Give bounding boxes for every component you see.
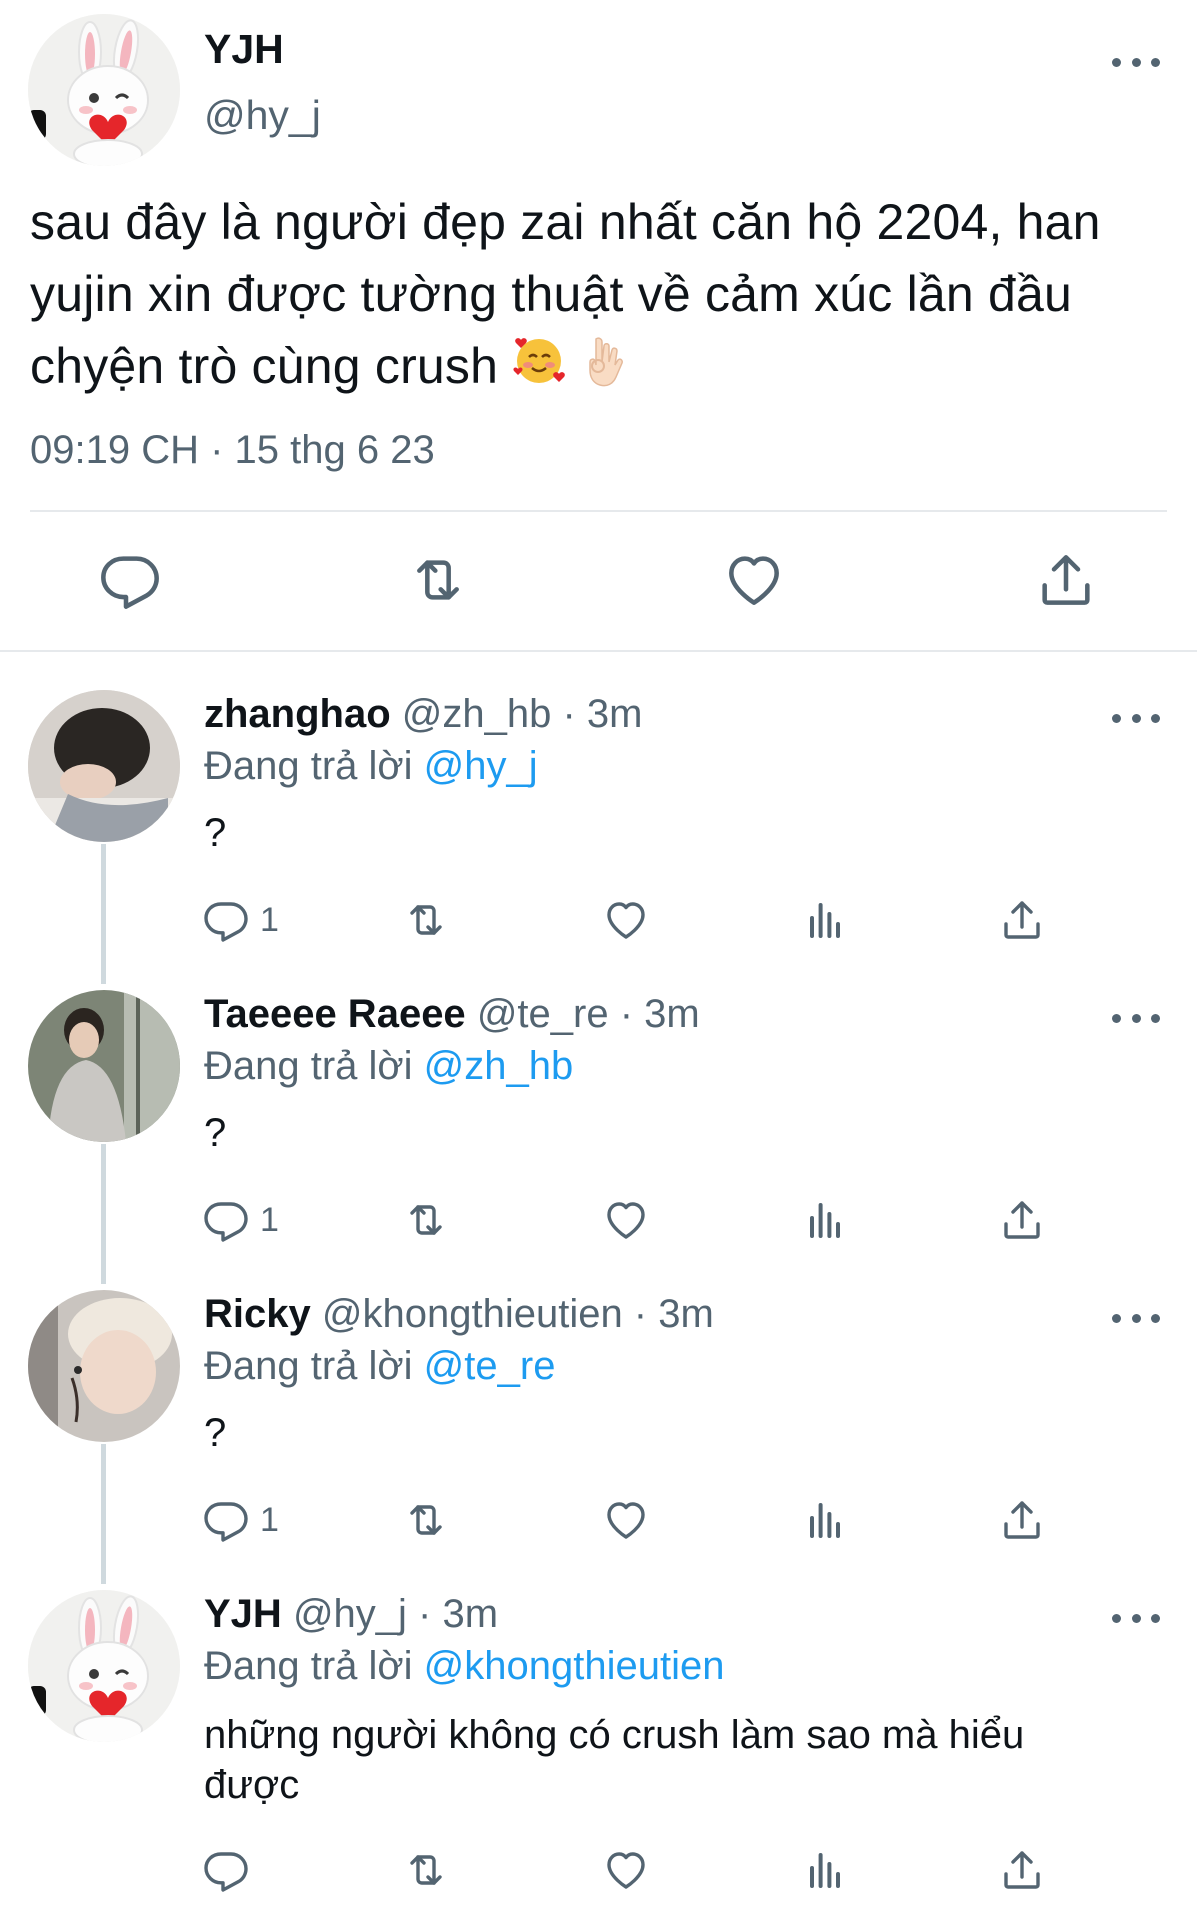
mention-link[interactable]: @khongthieutien bbox=[424, 1644, 725, 1688]
replying-to: Đang trả lời @khongthieutien bbox=[204, 1644, 725, 1689]
more-icon[interactable] bbox=[1112, 1308, 1160, 1328]
tweet-timestamp[interactable]: 09:19 CH · 15 thg 6 23 bbox=[30, 428, 435, 473]
author-handle[interactable]: @hy_j bbox=[204, 92, 321, 139]
reply-icon bbox=[202, 896, 250, 944]
reply-meta: @zh_hb · 3m bbox=[401, 692, 643, 736]
ok-hand-emoji bbox=[580, 333, 626, 406]
reply-count: 1 bbox=[260, 1500, 279, 1539]
reply-header: zhanghao @zh_hb · 3m bbox=[204, 692, 643, 737]
more-icon[interactable] bbox=[1112, 1608, 1160, 1628]
mention-link[interactable]: @hy_j bbox=[424, 744, 538, 788]
reply-header: Taeeee Raeee @te_re · 3m bbox=[204, 992, 700, 1037]
like-icon[interactable] bbox=[602, 1192, 650, 1248]
retweet-icon[interactable] bbox=[402, 892, 450, 948]
divider bbox=[0, 650, 1197, 652]
more-icon[interactable] bbox=[1112, 52, 1160, 72]
replying-label: Đang trả lời bbox=[204, 744, 413, 788]
share-icon[interactable] bbox=[998, 1192, 1046, 1248]
bunny-avatar-image bbox=[28, 14, 180, 166]
share-icon[interactable] bbox=[998, 1492, 1046, 1548]
reply-author-name[interactable]: YJH bbox=[204, 1592, 282, 1636]
reply-icon bbox=[202, 1196, 250, 1244]
retweet-icon[interactable] bbox=[402, 1192, 450, 1248]
reply-icon bbox=[202, 1846, 250, 1894]
reply-count: 1 bbox=[260, 1200, 279, 1239]
reply-button[interactable]: 1 bbox=[202, 892, 279, 948]
author-avatar[interactable] bbox=[28, 14, 180, 166]
reply-author-name[interactable]: Ricky bbox=[204, 1292, 311, 1336]
reply-header: YJH @hy_j · 3m bbox=[204, 1592, 498, 1637]
reply-meta: @khongthieutien · 3m bbox=[321, 1292, 714, 1336]
like-icon[interactable] bbox=[602, 1842, 650, 1898]
retweet-icon[interactable] bbox=[402, 1842, 450, 1898]
views-icon[interactable] bbox=[802, 1492, 850, 1548]
smiling-face-with-hearts-emoji bbox=[512, 333, 566, 406]
reply-button[interactable]: 1 bbox=[202, 1192, 279, 1248]
share-icon[interactable] bbox=[998, 1842, 1046, 1898]
reply-button[interactable] bbox=[202, 1842, 250, 1898]
reply-text: những người không có crush làm sao mà hi… bbox=[204, 1713, 1025, 1807]
share-icon[interactable] bbox=[1034, 548, 1098, 612]
author-name[interactable]: YJH bbox=[204, 26, 284, 73]
reply-icon bbox=[202, 1496, 250, 1544]
reply-text: ? bbox=[204, 1411, 227, 1455]
replying-label: Đang trả lời bbox=[204, 1344, 413, 1388]
reply-button[interactable]: 1 bbox=[202, 1492, 279, 1548]
reply-meta: @te_re · 3m bbox=[476, 992, 700, 1036]
views-icon[interactable] bbox=[802, 892, 850, 948]
thread-connector bbox=[101, 1444, 106, 1584]
tweet-text: sau đây là người đẹp zai nhất căn hộ 220… bbox=[30, 186, 1190, 406]
avatar-image bbox=[28, 1290, 180, 1442]
mention-link[interactable]: @zh_hb bbox=[424, 1044, 574, 1088]
reply-header: Ricky @khongthieutien · 3m bbox=[204, 1292, 714, 1337]
reply-icon[interactable] bbox=[98, 548, 162, 612]
like-icon[interactable] bbox=[722, 548, 786, 612]
more-icon[interactable] bbox=[1112, 1008, 1160, 1028]
reply-meta: @hy_j · 3m bbox=[292, 1592, 499, 1636]
reply-text: ? bbox=[204, 1111, 227, 1155]
thread-connector bbox=[101, 1144, 106, 1284]
bunny-avatar-image bbox=[28, 1590, 180, 1742]
replying-to: Đang trả lời @zh_hb bbox=[204, 1044, 573, 1089]
reply-author-name[interactable]: zhanghao bbox=[204, 692, 391, 736]
like-icon[interactable] bbox=[602, 1492, 650, 1548]
avatar[interactable] bbox=[28, 1590, 180, 1742]
reply-count: 1 bbox=[260, 900, 279, 939]
mention-link[interactable]: @te_re bbox=[424, 1344, 556, 1388]
divider bbox=[30, 510, 1167, 512]
retweet-icon[interactable] bbox=[406, 548, 470, 612]
thread-connector bbox=[101, 844, 106, 984]
views-icon[interactable] bbox=[802, 1842, 850, 1898]
avatar[interactable] bbox=[28, 690, 180, 842]
retweet-icon[interactable] bbox=[402, 1492, 450, 1548]
avatar[interactable] bbox=[28, 1290, 180, 1442]
more-icon[interactable] bbox=[1112, 708, 1160, 728]
replying-label: Đang trả lời bbox=[204, 1044, 413, 1088]
replying-label: Đang trả lời bbox=[204, 1644, 413, 1688]
reply-author-name[interactable]: Taeeee Raeee bbox=[204, 992, 466, 1036]
tweet-body: sau đây là người đẹp zai nhất căn hộ 220… bbox=[30, 194, 1101, 394]
avatar[interactable] bbox=[28, 990, 180, 1142]
like-icon[interactable] bbox=[602, 892, 650, 948]
replying-to: Đang trả lời @hy_j bbox=[204, 744, 538, 789]
reply-text: ? bbox=[204, 811, 227, 855]
avatar-image bbox=[28, 690, 180, 842]
views-icon[interactable] bbox=[802, 1192, 850, 1248]
share-icon[interactable] bbox=[998, 892, 1046, 948]
avatar-image bbox=[28, 990, 180, 1142]
replying-to: Đang trả lời @te_re bbox=[204, 1344, 555, 1389]
